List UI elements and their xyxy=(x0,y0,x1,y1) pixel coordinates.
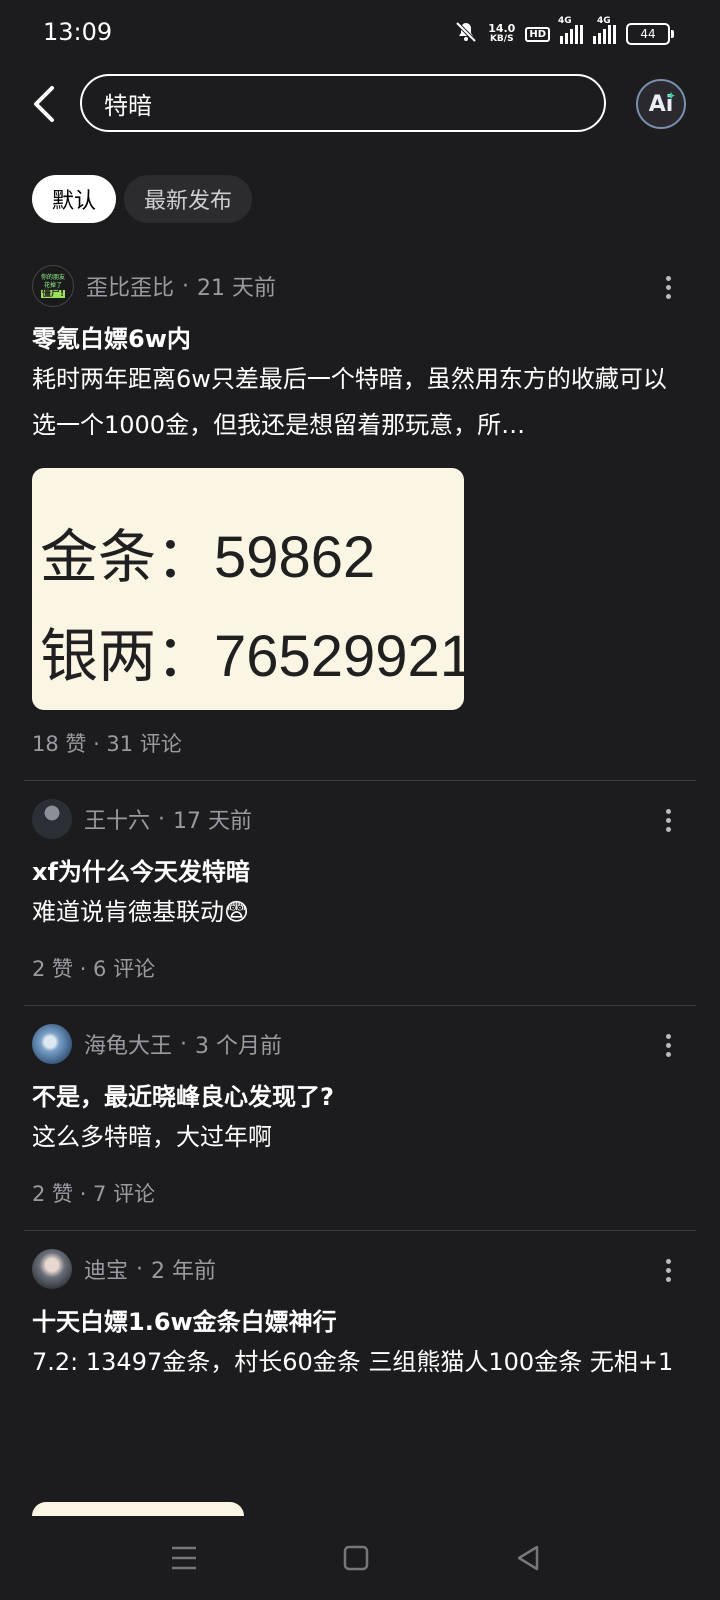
post-image[interactable] xyxy=(32,1502,244,1516)
sparkle-icon: ✦ xyxy=(665,89,676,103)
post-title: 十天白嫖1.6w金条白嫖神行 xyxy=(32,1308,337,1336)
signal-icon: 4G xyxy=(593,16,616,44)
menu-button[interactable] xyxy=(164,1540,204,1576)
status-bar: 13:09 14.0 KB/S HD 4G 4G 44 xyxy=(0,0,720,66)
more-options-button[interactable] xyxy=(656,272,680,302)
fearful-face-icon: 😨 xyxy=(224,898,250,926)
post-time: 3 个月前 xyxy=(195,1034,283,1059)
net-speed: 14.0 KB/S xyxy=(488,23,515,45)
post-feed: 你的朋友 花掉了 僵尸! 歪比歪比 · 21 天前 零氪白嫖6w内 耗时两年距离… xyxy=(0,248,720,1385)
post-meta: 王十六 · 17 天前 xyxy=(32,797,688,841)
avatar[interactable] xyxy=(32,799,72,839)
avatar[interactable] xyxy=(32,1249,72,1289)
author-name[interactable]: 海龟大王 xyxy=(84,1028,172,1060)
home-button[interactable] xyxy=(336,1540,376,1576)
author-name[interactable]: 歪比歪比 xyxy=(86,270,174,302)
separator-dot: · xyxy=(136,1256,144,1282)
net-speed-value: 14.0 xyxy=(488,22,516,35)
post-card[interactable]: 海龟大王 · 3 个月前 不是，最近晓峰良心发现了? 这么多特暗，大过年啊 2 … xyxy=(0,1006,720,1208)
post-body: 难道说肯德基联动😨 xyxy=(32,889,688,935)
more-options-button[interactable] xyxy=(656,1255,680,1285)
hd-icon: HD xyxy=(525,26,550,42)
ai-assistant-button[interactable]: Ai ✦ xyxy=(636,79,686,129)
back-button[interactable] xyxy=(26,82,62,126)
post-title: 不是，最近晓峰良心发现了? xyxy=(32,1083,334,1111)
post-stats: 2 赞 · 7 评论 xyxy=(32,1182,156,1206)
post-title: 零氪白嫖6w内 xyxy=(32,325,191,353)
tab-default[interactable]: 默认 xyxy=(32,175,117,223)
avatar-text-line: 僵尸! xyxy=(40,289,66,299)
avatar-text-line: 你的朋友 xyxy=(40,274,65,281)
net-speed-unit: KB/S xyxy=(489,34,514,44)
post-body: 7.2: 13497金条，村长60金条 三组熊猫人100金条 无相+1 xyxy=(32,1348,674,1376)
post-time: 2 年前 xyxy=(151,1259,217,1284)
status-time: 13:09 xyxy=(43,18,113,46)
signal-icon: 4G xyxy=(558,16,583,44)
battery-icon: 44 xyxy=(626,23,674,45)
separator-dot: · xyxy=(182,273,190,299)
post-time: 21 天前 xyxy=(197,276,277,301)
post-card[interactable]: 迪宝 · 2 年前 十天白嫖1.6w金条白嫖神行 7.2: 13497金条，村长… xyxy=(0,1231,720,1385)
more-options-button[interactable] xyxy=(656,1030,680,1060)
separator-dot: · xyxy=(180,1031,188,1057)
post-body: 耗时两年距离6w只差最后一个特暗，虽然用东方的收藏可以选一个1000金，但我还是… xyxy=(32,365,667,439)
system-nav-bar xyxy=(0,1516,720,1600)
chevron-left-icon xyxy=(34,86,54,122)
sort-tabs: 默认 最新发布 xyxy=(32,175,253,223)
separator-dot: · xyxy=(158,806,166,832)
post-image[interactable]: 金条：59862 银两：76529921 xyxy=(32,468,464,710)
image-text-line: 金条：59862 xyxy=(40,525,376,590)
post-meta: 迪宝 · 2 年前 xyxy=(32,1247,688,1291)
post-meta: 海龟大王 · 3 个月前 xyxy=(32,1022,688,1066)
post-title: xf为什么今天发特暗 xyxy=(32,858,250,886)
back-nav-button[interactable] xyxy=(508,1540,548,1576)
more-options-button[interactable] xyxy=(656,805,680,835)
avatar[interactable]: 你的朋友 花掉了 僵尸! xyxy=(32,265,74,307)
tab-latest[interactable]: 最新发布 xyxy=(124,175,253,223)
sim1-label: 4G xyxy=(558,16,572,26)
author-name[interactable]: 迪宝 xyxy=(84,1253,128,1285)
post-card[interactable]: 王十六 · 17 天前 xf为什么今天发特暗 难道说肯德基联动😨 2 赞 · 6… xyxy=(0,781,720,983)
author-name[interactable]: 王十六 xyxy=(84,803,150,835)
sim2-label: 4G xyxy=(597,16,611,26)
post-time: 17 天前 xyxy=(173,809,253,834)
post-stats: 2 赞 · 6 评论 xyxy=(32,957,156,981)
back-icon xyxy=(517,1545,539,1571)
status-icons: 14.0 KB/S HD 4G 4G 44 xyxy=(454,16,674,48)
post-body: 这么多特暗，大过年啊 xyxy=(32,1123,272,1151)
post-meta: 你的朋友 花掉了 僵尸! 歪比歪比 · 21 天前 xyxy=(32,264,688,308)
post-card[interactable]: 你的朋友 花掉了 僵尸! 歪比歪比 · 21 天前 零氪白嫖6w内 耗时两年距离… xyxy=(0,248,720,758)
search-input[interactable]: 特暗 xyxy=(80,74,606,132)
avatar[interactable] xyxy=(32,1024,72,1064)
post-stats: 18 赞 · 31 评论 xyxy=(32,732,182,756)
search-header: 特暗 Ai ✦ xyxy=(0,70,720,140)
image-text-line: 银两：76529921 xyxy=(40,624,464,689)
mute-icon xyxy=(454,20,478,48)
post-body-text: 难道说肯德基联动 xyxy=(32,898,224,926)
home-icon xyxy=(343,1545,369,1571)
menu-icon xyxy=(172,1546,196,1570)
